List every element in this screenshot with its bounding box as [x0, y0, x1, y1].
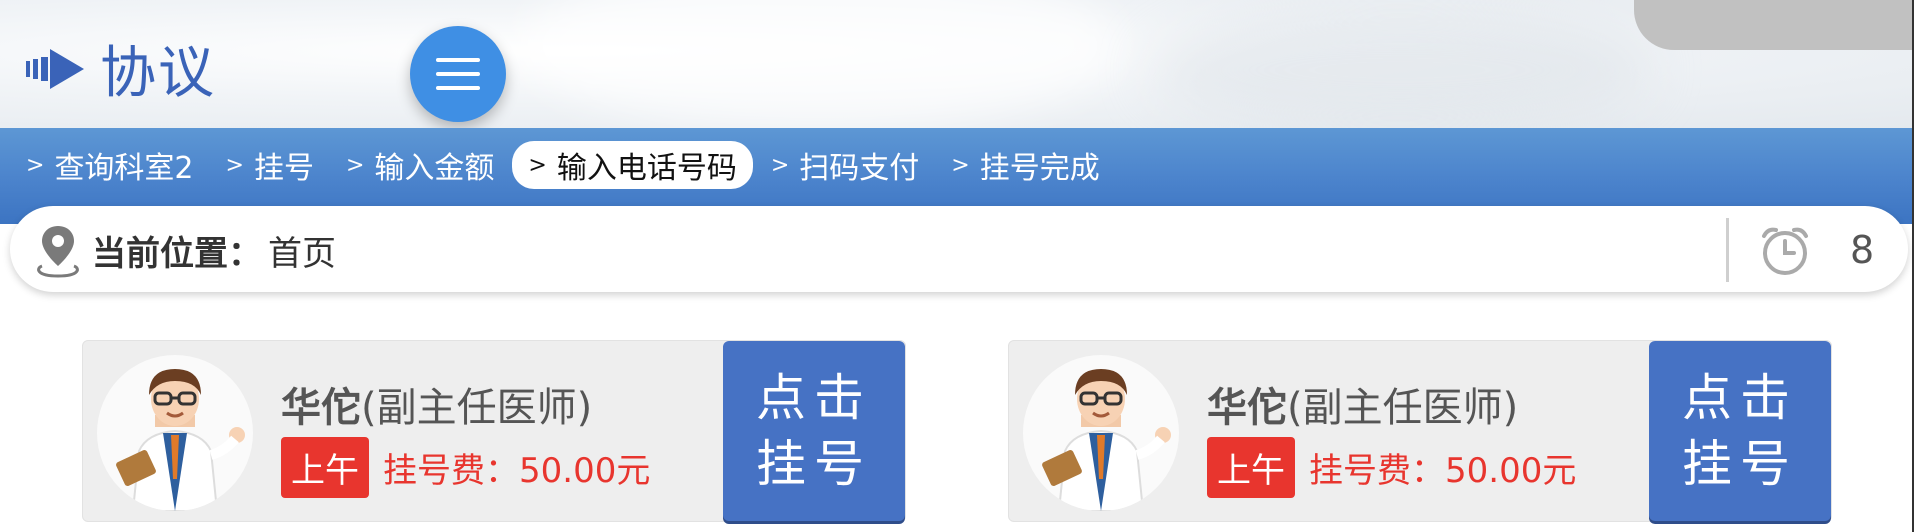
- period-badge: 上午: [1207, 437, 1295, 498]
- corner-tab: [1634, 0, 1914, 50]
- registration-fee: 挂号费：50.00元: [1309, 451, 1577, 491]
- location-bar: 当前位置： 首页 8: [10, 206, 1908, 292]
- breadcrumb-item-query-dept[interactable]: > 查询科室2: [26, 143, 194, 187]
- countdown-timer: 8: [1850, 228, 1875, 272]
- header-background: [0, 0, 1922, 128]
- registration-fee: 挂号费：50.00元: [383, 451, 651, 491]
- doctor-card: 华佗(副主任医师) 上午 挂号费：50.00元 点击 挂号: [1008, 340, 1832, 522]
- location-label: 当前位置：: [92, 234, 262, 274]
- breadcrumb-item-amount[interactable]: > 输入金额: [346, 143, 494, 187]
- doctor-avatar-icon: [97, 355, 253, 511]
- breadcrumb-item-register[interactable]: > 挂号: [226, 143, 314, 187]
- breadcrumb-item-pay[interactable]: > 扫码支付: [771, 143, 919, 187]
- breadcrumb-item-phone[interactable]: > 输入电话号码: [512, 141, 753, 189]
- doctor-avatar-icon: [1023, 355, 1179, 511]
- doctor-name: 华佗(副主任医师): [281, 385, 593, 431]
- register-button[interactable]: 点击 挂号: [1649, 341, 1831, 521]
- page-title: 协议: [100, 41, 216, 106]
- doctor-card: 华佗(副主任医师) 上午 挂号费：50.00元 点击 挂号: [82, 340, 906, 522]
- register-button[interactable]: 点击 挂号: [723, 341, 905, 521]
- menu-button[interactable]: [410, 26, 506, 122]
- divider: [1726, 218, 1729, 282]
- location-pin-icon: [37, 226, 79, 278]
- doctor-name: 华佗(副主任医师): [1207, 385, 1519, 431]
- period-badge: 上午: [281, 437, 369, 498]
- alarm-clock-icon: [1762, 227, 1808, 275]
- window-edge: [1912, 0, 1922, 532]
- breadcrumb-item-complete[interactable]: > 挂号完成: [951, 143, 1099, 187]
- page-header: 协议: [26, 28, 216, 109]
- breadcrumb: > 查询科室2 > 挂号 > 输入金额 > 输入电话号码 > 扫码支付 > 挂号完成: [26, 141, 1132, 189]
- location-value: 首页: [268, 234, 336, 274]
- menu-icon: [436, 58, 480, 90]
- arrow-right-icon: [26, 48, 84, 89]
